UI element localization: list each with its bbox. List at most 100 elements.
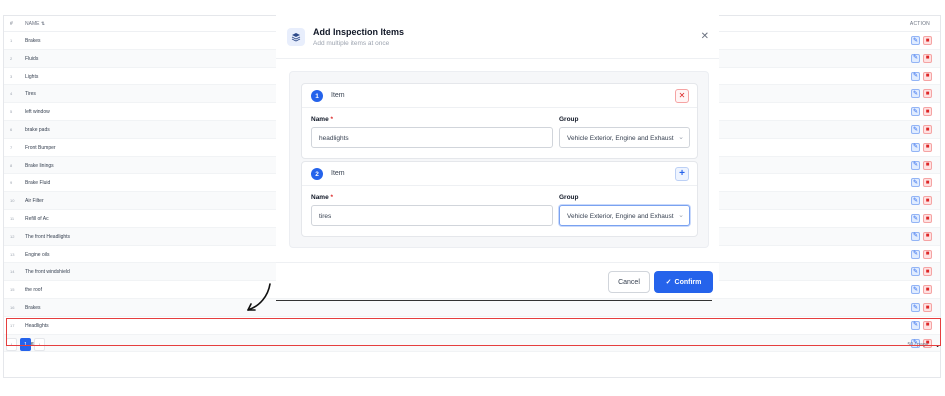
row-index: 16 xyxy=(10,305,15,310)
confirm-label: Confirm xyxy=(674,278,702,286)
group-label: Group xyxy=(559,194,579,201)
name-input[interactable]: tires xyxy=(311,205,553,226)
item-card-label: Item xyxy=(331,170,345,177)
row-name: brake pads xyxy=(25,127,50,133)
confirm-button[interactable]: ✓ Confirm xyxy=(654,271,713,293)
edit-icon[interactable]: ✎ xyxy=(911,160,920,170)
row-name: Refill of Ac xyxy=(25,216,49,222)
chevron-down-icon: ⌄ xyxy=(676,133,684,141)
row-name: the roof xyxy=(25,287,42,294)
row-actions: ✎ ■ xyxy=(911,267,932,277)
row-name: Brake Fluid xyxy=(25,180,51,187)
item-number-badge: 1 xyxy=(311,90,323,102)
add-items-modal: Add Inspection Items Add multiple items … xyxy=(276,15,719,298)
item-card-header: 2 Item + xyxy=(302,162,697,186)
group-select[interactable]: Vehicle Exterior, Engine and Exhaust ⌄ xyxy=(559,127,690,148)
row-name: Front Bumper xyxy=(25,144,56,151)
row-index: 15 xyxy=(10,287,15,293)
trash-icon[interactable]: ■ xyxy=(923,231,932,241)
app-screen: # NAME ⇅ ACTION 1 Brakes ✎ ■ 2 Fluids ✎ ■ 3 Light… xyxy=(0,0,945,396)
edit-icon[interactable]: ✎ xyxy=(911,142,920,152)
group-select[interactable]: Vehicle Exterior, Engine and Exhaust ⌄ xyxy=(559,205,690,226)
header-index: # xyxy=(10,21,13,27)
item-card-1: 1 Item ✕ Name * Group headlights Vehicle… xyxy=(301,83,698,159)
trash-icon[interactable]: ■ xyxy=(923,53,932,63)
modal-subtitle: Add multiple items at once xyxy=(313,40,390,47)
row-index: 1 xyxy=(10,38,13,43)
row-actions: ✎ ■ xyxy=(911,125,932,134)
trash-icon[interactable]: ■ xyxy=(923,178,932,188)
row-index: 10 xyxy=(10,198,15,204)
name-input[interactable]: headlights xyxy=(311,127,553,148)
trash-icon[interactable]: ■ xyxy=(923,89,932,99)
name-label: Name * xyxy=(311,194,334,201)
remove-item-button[interactable]: ✕ xyxy=(675,89,689,103)
trash-icon[interactable]: ■ xyxy=(923,142,932,152)
row-index: 5 xyxy=(10,109,13,115)
row-name: Lights xyxy=(25,73,39,80)
trash-icon[interactable]: ■ xyxy=(923,160,932,170)
header-name[interactable]: NAME ⇅ xyxy=(25,21,45,27)
row-actions: ✎ ■ xyxy=(911,89,932,99)
edit-icon[interactable]: ✎ xyxy=(911,303,920,312)
chevron-down-icon: ⌄ xyxy=(676,211,684,219)
row-index: 12 xyxy=(10,233,15,239)
edit-icon[interactable]: ✎ xyxy=(911,249,920,259)
edit-icon[interactable]: ✎ xyxy=(911,125,920,134)
row-actions: ✎ ■ xyxy=(911,196,932,206)
row-index: 9 xyxy=(10,180,13,186)
row-actions: ✎ ■ xyxy=(911,160,932,170)
edit-icon[interactable]: ✎ xyxy=(911,178,920,188)
row-index: 14 xyxy=(10,269,15,275)
close-icon[interactable]: ✕ xyxy=(701,32,709,42)
edit-icon[interactable]: ✎ xyxy=(911,267,920,277)
row-name: Brakes xyxy=(25,38,41,44)
highlight-box xyxy=(6,318,941,346)
trash-icon[interactable]: ■ xyxy=(923,303,932,312)
edit-icon[interactable]: ✎ xyxy=(911,231,920,241)
edit-icon[interactable]: ✎ xyxy=(911,196,920,206)
group-select-value: Vehicle Exterior, Engine and Exhaust xyxy=(567,135,674,142)
table-row: 16 Brakes ✎ ■ xyxy=(4,299,940,317)
row-actions: ✎ ■ xyxy=(911,107,932,117)
row-name: Brake linings xyxy=(25,162,54,169)
header-action: ACTION xyxy=(909,21,930,27)
row-index: 11 xyxy=(10,216,15,221)
group-label: Group xyxy=(559,116,579,123)
row-actions: ✎ ■ xyxy=(911,214,932,223)
edit-icon[interactable]: ✎ xyxy=(911,89,920,99)
row-index: 6 xyxy=(10,127,13,132)
edit-icon[interactable]: ✎ xyxy=(911,214,920,223)
trash-icon[interactable]: ■ xyxy=(923,214,932,223)
add-item-button[interactable]: + xyxy=(675,167,689,181)
row-name: Brakes xyxy=(25,305,41,311)
trash-icon[interactable]: ■ xyxy=(923,196,932,206)
edit-icon[interactable]: ✎ xyxy=(911,36,920,45)
row-actions: ✎ ■ xyxy=(911,231,932,241)
trash-icon[interactable]: ■ xyxy=(923,71,932,81)
row-name: Air Filter xyxy=(25,198,44,205)
edit-icon[interactable]: ✎ xyxy=(911,53,920,63)
row-actions: ✎ ■ xyxy=(911,285,932,295)
row-actions: ✎ ■ xyxy=(911,142,932,152)
trash-icon[interactable]: ■ xyxy=(923,285,932,295)
row-actions: ✎ ■ xyxy=(911,36,932,45)
items-container: 1 Item ✕ Name * Group headlights Vehicle… xyxy=(289,71,709,248)
cancel-button[interactable]: Cancel xyxy=(608,271,650,293)
modal-footer: Cancel ✓ Confirm xyxy=(276,262,719,298)
name-label: Name * xyxy=(311,116,334,123)
edit-icon[interactable]: ✎ xyxy=(911,107,920,117)
row-name: left window xyxy=(25,109,50,116)
edit-icon[interactable]: ✎ xyxy=(911,71,920,81)
edit-icon[interactable]: ✎ xyxy=(911,285,920,295)
trash-icon[interactable]: ■ xyxy=(923,107,932,117)
row-index: 8 xyxy=(10,162,13,168)
trash-icon[interactable]: ■ xyxy=(923,267,932,277)
row-name: Fluids xyxy=(25,55,39,62)
row-actions: ✎ ■ xyxy=(911,53,932,63)
trash-icon[interactable]: ■ xyxy=(923,249,932,259)
check-icon: ✓ xyxy=(665,279,672,286)
trash-icon[interactable]: ■ xyxy=(923,125,932,134)
trash-icon[interactable]: ■ xyxy=(923,36,932,45)
item-card-header: 1 Item ✕ xyxy=(302,84,697,108)
